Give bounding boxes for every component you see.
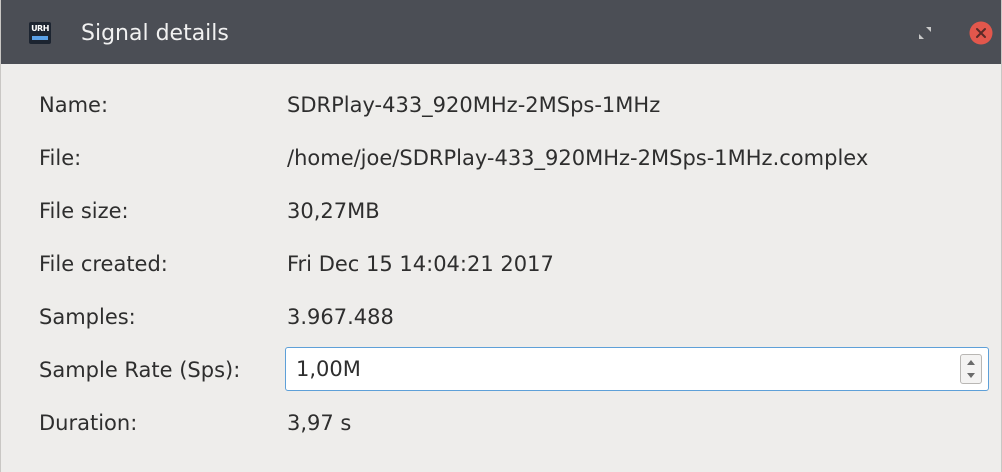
name-label: Name: bbox=[39, 93, 109, 117]
file-created-label: File created: bbox=[39, 252, 168, 276]
row-name: Name: SDRPlay-433_920MHz-2MSps-1MHz bbox=[1, 82, 1001, 126]
app-logo-bar bbox=[32, 36, 48, 40]
row-file-size: File size: 30,27MB bbox=[1, 188, 1001, 232]
spin-down-icon[interactable] bbox=[961, 369, 981, 383]
restore-icon[interactable] bbox=[916, 24, 934, 42]
file-size-label: File size: bbox=[39, 199, 129, 223]
row-file: File: /home/joe/SDRPlay-433_920MHz-2MSps… bbox=[1, 135, 1001, 179]
close-icon[interactable] bbox=[969, 21, 993, 45]
window-title: Signal details bbox=[81, 21, 229, 46]
signal-details-dialog: URH Signal details Name: SDRPlay-433_920… bbox=[0, 0, 1002, 472]
samples-value: 3.967.488 bbox=[287, 305, 394, 329]
row-duration: Duration: 3,97 s bbox=[1, 400, 1001, 444]
file-created-value: Fri Dec 15 14:04:21 2017 bbox=[287, 252, 554, 276]
spin-buttons bbox=[960, 354, 982, 384]
file-value: /home/joe/SDRPlay-433_920MHz-2MSps-1MHz.… bbox=[287, 146, 869, 170]
duration-value: 3,97 s bbox=[287, 411, 352, 435]
title-bar[interactable]: URH Signal details bbox=[1, 0, 1001, 64]
duration-label: Duration: bbox=[39, 411, 138, 435]
app-logo-icon: URH bbox=[29, 22, 51, 44]
sample-rate-input[interactable] bbox=[296, 356, 936, 382]
spin-up-icon[interactable] bbox=[961, 355, 981, 369]
file-label: File: bbox=[39, 146, 82, 170]
sample-rate-spinbox[interactable] bbox=[285, 347, 989, 391]
samples-label: Samples: bbox=[39, 305, 136, 329]
row-samples: Samples: 3.967.488 bbox=[1, 294, 1001, 338]
row-file-created: File created: Fri Dec 15 14:04:21 2017 bbox=[1, 241, 1001, 285]
file-size-value: 30,27MB bbox=[287, 199, 380, 223]
details-panel: Name: SDRPlay-433_920MHz-2MSps-1MHz File… bbox=[1, 64, 1001, 472]
app-logo-text: URH bbox=[31, 24, 49, 33]
name-value: SDRPlay-433_920MHz-2MSps-1MHz bbox=[287, 93, 661, 117]
sample-rate-label: Sample Rate (Sps): bbox=[39, 358, 241, 382]
